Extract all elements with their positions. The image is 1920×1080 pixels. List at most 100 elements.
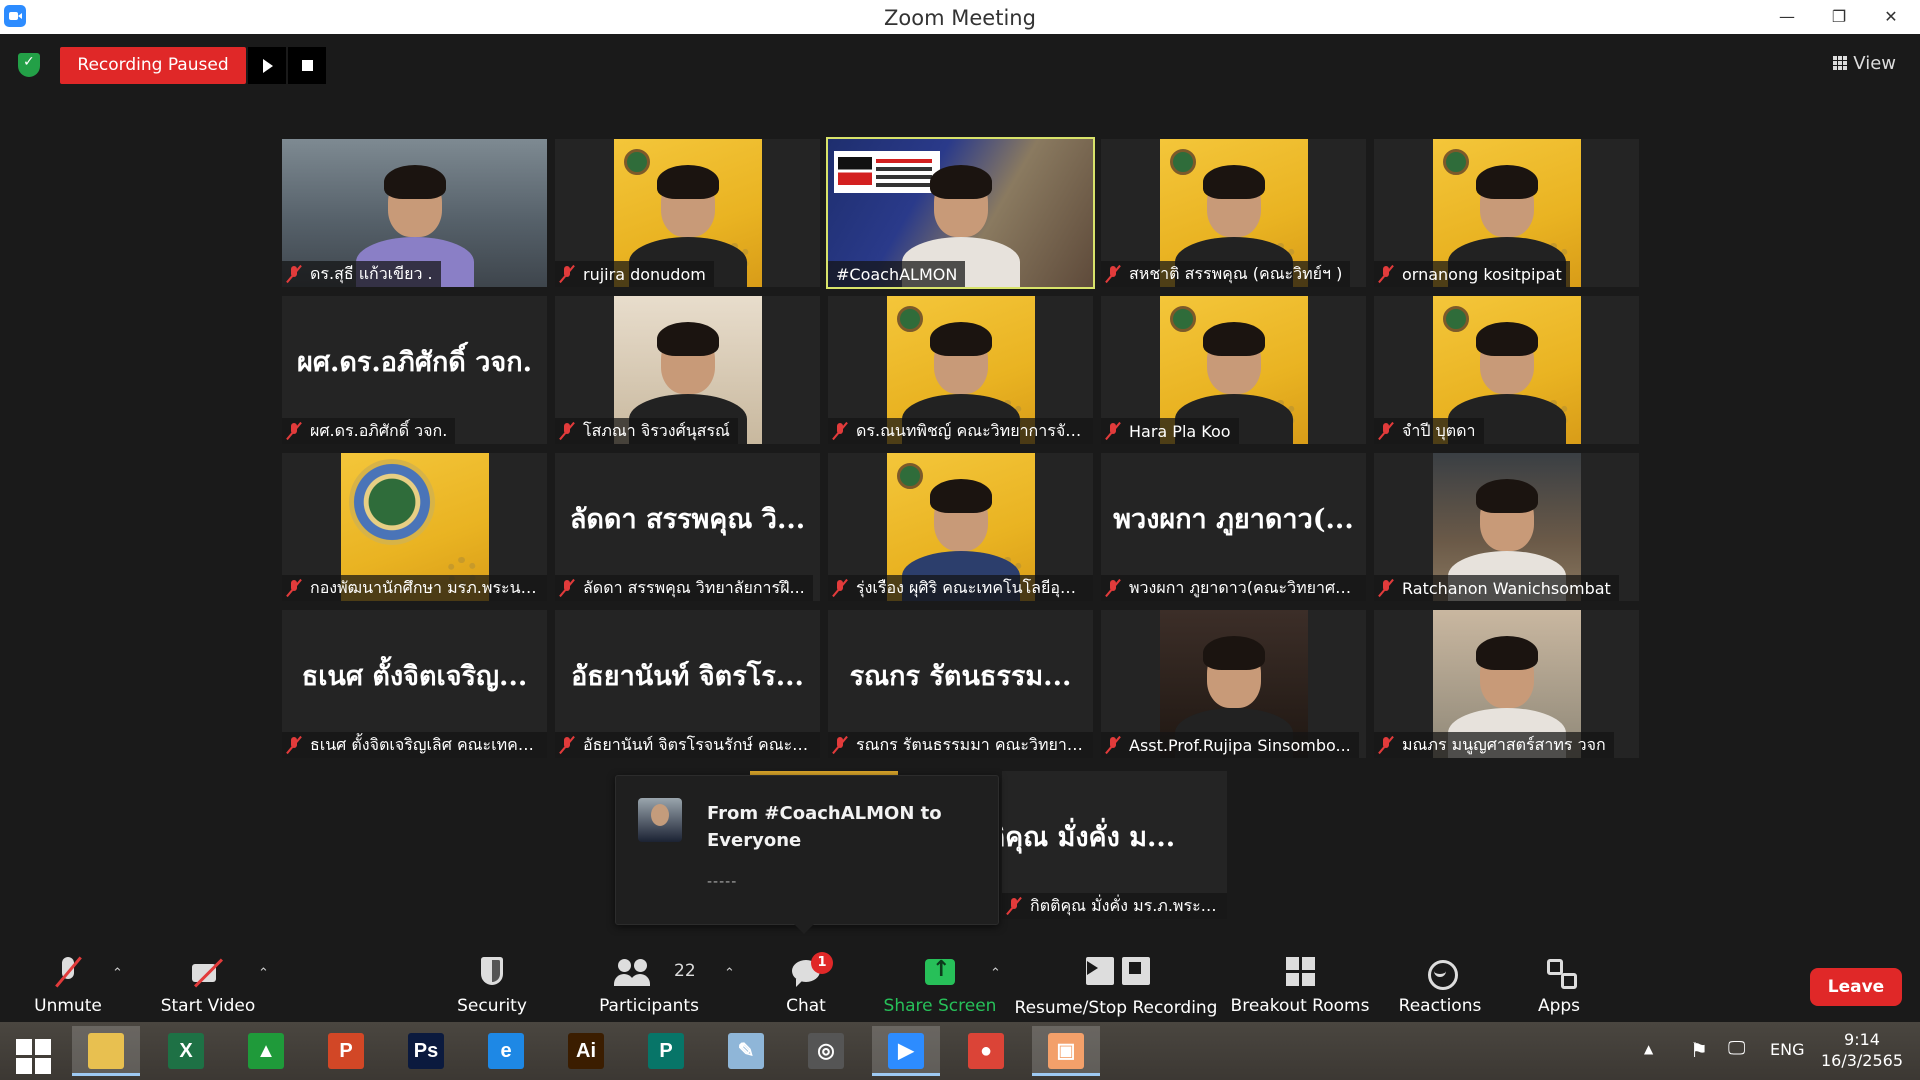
photoscape-icon[interactable]: ◎ bbox=[792, 1026, 860, 1076]
start-video-button[interactable]: Start Video bbox=[155, 937, 261, 1022]
maximize-button[interactable]: ❐ bbox=[1816, 0, 1862, 34]
close-button[interactable]: ✕ bbox=[1862, 0, 1920, 34]
participant-tile[interactable]: rujira donudom bbox=[555, 139, 820, 287]
unmute-label: Unmute bbox=[34, 996, 102, 1016]
university-logo-icon bbox=[896, 306, 923, 332]
zoom-icon[interactable]: ▶ bbox=[872, 1026, 940, 1076]
view-button[interactable]: View bbox=[1823, 48, 1906, 80]
person-hair bbox=[383, 165, 446, 199]
grid-view-icon bbox=[1833, 56, 1848, 70]
muted-mic-icon bbox=[1006, 897, 1022, 915]
notepad-icon[interactable]: ✎ bbox=[712, 1026, 780, 1076]
muted-mic-icon bbox=[286, 736, 302, 754]
illustrator-icon[interactable]: Ai bbox=[552, 1026, 620, 1076]
participant-nameplate: ลัดดา สรรพคุณ วิทยาลัยการฝึ... bbox=[555, 575, 813, 601]
video-off-icon bbox=[190, 957, 226, 989]
security-button[interactable]: Security bbox=[446, 937, 538, 1022]
participant-tile[interactable]: ธเนศ ตั้งจิตเจริญ... ธเนศ ตั้งจิตเจริญเลิ… bbox=[282, 610, 547, 758]
share-options-caret-icon[interactable]: ⌃ bbox=[990, 967, 1001, 980]
participants-caret-icon[interactable]: ⌃ bbox=[724, 967, 735, 980]
participant-tile[interactable]: โสภณา จิรวงศ์นุสรณ์ bbox=[555, 296, 820, 444]
video-options-caret-icon[interactable]: ⌃ bbox=[258, 967, 269, 980]
participant-tile[interactable]: อัธยานันท์ จิตรโร... อัธยานันท์ จิตรโรจนร… bbox=[555, 610, 820, 758]
clock-time: 9:14 bbox=[1844, 1030, 1880, 1049]
participant-tile[interactable]: ดร.สุธี แก้วเขียว . bbox=[282, 139, 547, 287]
participant-nameplate: ผศ.ดร.อภิศักดิ์ วจก. bbox=[282, 418, 456, 444]
app-glyph: X bbox=[168, 1033, 204, 1069]
chat-notification-popup[interactable]: From #CoachALMON to Everyone ----- bbox=[615, 775, 999, 934]
participants-label: Participants bbox=[599, 996, 699, 1016]
participant-tile[interactable]: รุ่งเรือง ผุศิริ คณะเทคโนโลยีอุตส... bbox=[828, 453, 1093, 601]
unmute-button[interactable]: Unmute bbox=[22, 937, 114, 1022]
participant-nameplate: กองพัฒนานักศึกษา มรภ.พระนคร bbox=[282, 575, 547, 601]
participant-name: Ratchanon Wanichsombat bbox=[1402, 578, 1611, 598]
leave-button[interactable]: Leave bbox=[1810, 968, 1902, 1006]
chat-button[interactable]: Chat bbox=[760, 937, 852, 1022]
chrome-icon[interactable]: ● bbox=[952, 1026, 1020, 1076]
participant-name: Hara Pla Koo bbox=[1129, 421, 1231, 441]
internet-explorer-icon[interactable]: e bbox=[472, 1026, 540, 1076]
participant-tile[interactable]: ลัดดา สรรพคุณ วิ... ลัดดา สรรพคุณ วิทยาลั… bbox=[555, 453, 820, 601]
participant-nameplate: จำปี บุตดา bbox=[1374, 418, 1484, 444]
audio-options-caret-icon[interactable]: ⌃ bbox=[112, 967, 123, 980]
chat-sender-line: From #CoachALMON to Everyone bbox=[707, 803, 942, 851]
participant-tile[interactable]: ผศ.ดร.อภิศักดิ์ วจก. ผศ.ดร.อภิศักดิ์ วจก. bbox=[282, 296, 547, 444]
university-logo-icon bbox=[1169, 149, 1196, 175]
system-clock[interactable]: 9:14 16/3/2565 bbox=[1812, 1029, 1912, 1071]
stop-recording-button[interactable] bbox=[288, 47, 326, 84]
photos-icon[interactable]: ▣ bbox=[1032, 1026, 1100, 1076]
participant-tile[interactable]: มณภร มนูญศาสตร์สาทร วจก bbox=[1374, 610, 1639, 758]
participant-tile[interactable]: Hara Pla Koo bbox=[1101, 296, 1366, 444]
muted-mic-icon bbox=[1378, 579, 1394, 597]
participant-name: ดร.ณนทพิชญ์ คณะวิทยาการจัด... bbox=[856, 420, 1085, 440]
stop-icon bbox=[1129, 962, 1141, 974]
reactions-label: Reactions bbox=[1398, 996, 1482, 1016]
share-screen-button[interactable]: Share Screen bbox=[880, 937, 1000, 1022]
participant-tile[interactable]: สหชาติ สรรพคุณ (คณะวิทย์ฯ ) bbox=[1101, 139, 1366, 287]
participant-name: รณกร รัตนธรรมมา คณะวิทยาศ... bbox=[856, 734, 1085, 754]
participant-placeholder-name: พวงผกา ภูยาดาว(... bbox=[1113, 504, 1354, 535]
resume-stop-recording-button[interactable]: Resume/Stop Recording bbox=[1012, 937, 1220, 1022]
share-screen-icon bbox=[922, 957, 958, 989]
muted-mic-icon bbox=[832, 579, 848, 597]
apps-button[interactable]: Apps bbox=[1522, 937, 1596, 1022]
participant-name: ธเนศ ตั้งจิตเจริญเลิศ คณะเทคโน... bbox=[310, 734, 539, 754]
muted-mic-icon bbox=[286, 422, 302, 440]
clock-date: 16/3/2565 bbox=[1820, 1051, 1904, 1070]
window-title: Zoom Meeting bbox=[884, 6, 1036, 30]
person-hair bbox=[1202, 322, 1265, 356]
participants-button[interactable]: 22 Participants bbox=[596, 937, 702, 1022]
windows-start-icon[interactable] bbox=[16, 1039, 52, 1075]
publisher-store-icon[interactable]: ▲ bbox=[232, 1026, 300, 1076]
participant-tile[interactable]: กองพัฒนานักศึกษา มรภ.พระนคร bbox=[282, 453, 547, 601]
participant-tile[interactable]: จำปี บุตดา bbox=[1374, 296, 1639, 444]
powerpoint-icon[interactable]: P bbox=[312, 1026, 380, 1076]
muted-mic-icon bbox=[1105, 579, 1121, 597]
participant-tile[interactable]: ornanong kositpipat bbox=[1374, 139, 1639, 287]
excel-icon[interactable]: X bbox=[152, 1026, 220, 1076]
encryption-shield-icon[interactable] bbox=[18, 53, 40, 77]
participant-tile[interactable]: #CoachALMON bbox=[826, 137, 1095, 289]
university-seal-icon bbox=[348, 459, 435, 545]
participant-tile[interactable]: รณกร รัตนธรรม... รณกร รัตนธรรมมา คณะวิทยา… bbox=[828, 610, 1093, 758]
file-explorer-icon[interactable] bbox=[72, 1026, 140, 1076]
participant-name: ornanong kositpipat bbox=[1402, 264, 1562, 284]
participant-nameplate: สหชาติ สรรพคุณ (คณะวิทย์ฯ ) bbox=[1101, 261, 1351, 287]
reactions-button[interactable]: Reactions bbox=[1392, 937, 1488, 1022]
window-titlebar: Zoom Meeting — ❐ ✕ bbox=[0, 0, 1920, 34]
participant-nameplate: ธเนศ ตั้งจิตเจริญเลิศ คณะเทคโน... bbox=[282, 732, 547, 758]
person-hair bbox=[1202, 636, 1265, 670]
publisher-icon[interactable]: P bbox=[632, 1026, 700, 1076]
breakout-rooms-button[interactable]: Breakout Rooms bbox=[1228, 937, 1372, 1022]
participant-tile[interactable]: ตติคุณ มั่งคั่ง ม... กิตติคุณ มั่งคั่ง ม… bbox=[1002, 771, 1227, 919]
participant-tile[interactable]: พวงผกา ภูยาดาว(... พวงผกา ภูยาดาว(คณะวิทย… bbox=[1101, 453, 1366, 601]
participant-tile[interactable]: ดร.ณนทพิชญ์ คณะวิทยาการจัด... bbox=[828, 296, 1093, 444]
participant-tile[interactable]: Asst.Prof.Rujipa Sinsombo... bbox=[1101, 610, 1366, 758]
participant-placeholder-name: รณกร รัตนธรรม... bbox=[849, 661, 1072, 692]
photoshop-icon[interactable]: Ps bbox=[392, 1026, 460, 1076]
resume-recording-button[interactable] bbox=[248, 47, 286, 84]
breakout-rooms-icon bbox=[1282, 957, 1318, 989]
minimize-button[interactable]: — bbox=[1764, 0, 1810, 34]
app-glyph: Ai bbox=[568, 1033, 604, 1069]
participant-tile[interactable]: Ratchanon Wanichsombat bbox=[1374, 453, 1639, 601]
